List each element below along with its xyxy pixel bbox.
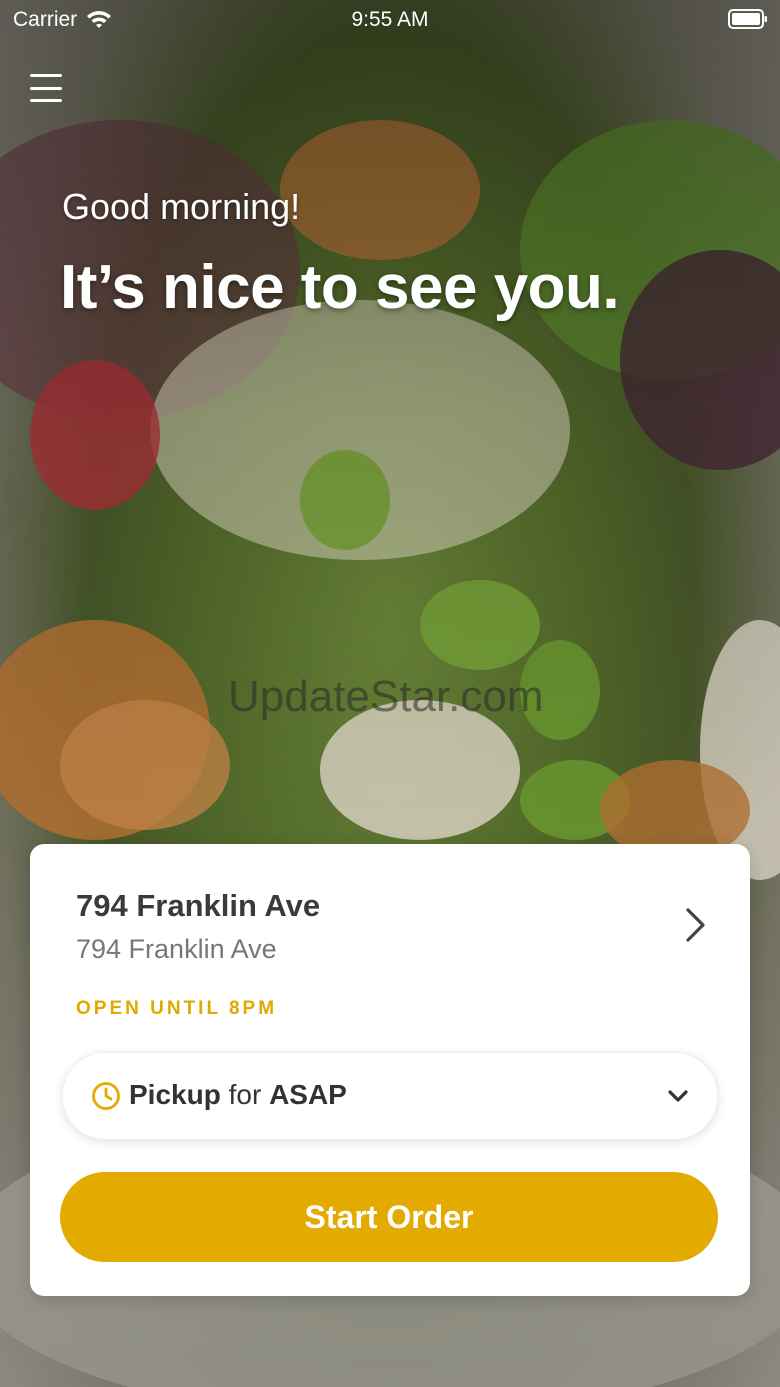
hamburger-menu-icon[interactable] (30, 74, 62, 102)
location-name[interactable]: 794 Franklin Ave (76, 888, 320, 924)
start-order-button[interactable]: Start Order (60, 1172, 718, 1262)
battery-icon (728, 9, 767, 29)
welcome-headline: It’s nice to see you. (60, 253, 620, 322)
order-type-selector[interactable]: Pickup for ASAP (62, 1052, 718, 1140)
chevron-down-icon (668, 1090, 688, 1102)
order-mode: Pickup (129, 1079, 221, 1110)
order-time: ASAP (269, 1079, 347, 1110)
location-card: 794 Franklin Ave 794 Franklin Ave OPEN U… (30, 844, 750, 1296)
clock-icon (92, 1082, 120, 1110)
watermark: UpdateStar.com (228, 672, 544, 721)
menu-line (30, 74, 62, 77)
menu-line (30, 99, 62, 102)
clock-time: 9:55 AM (351, 8, 429, 31)
greeting-text: Good morning! (62, 186, 301, 227)
location-address: 794 Franklin Ave (76, 934, 277, 964)
status-bar: Carrier 9:55 AM (0, 0, 780, 40)
order-type-text: Pickup for ASAP (129, 1079, 347, 1111)
chevron-right-icon[interactable] (684, 906, 708, 944)
order-connector: for (228, 1079, 262, 1110)
store-hours-label: OPEN UNTIL 8PM (76, 998, 278, 1019)
menu-line (30, 86, 62, 90)
